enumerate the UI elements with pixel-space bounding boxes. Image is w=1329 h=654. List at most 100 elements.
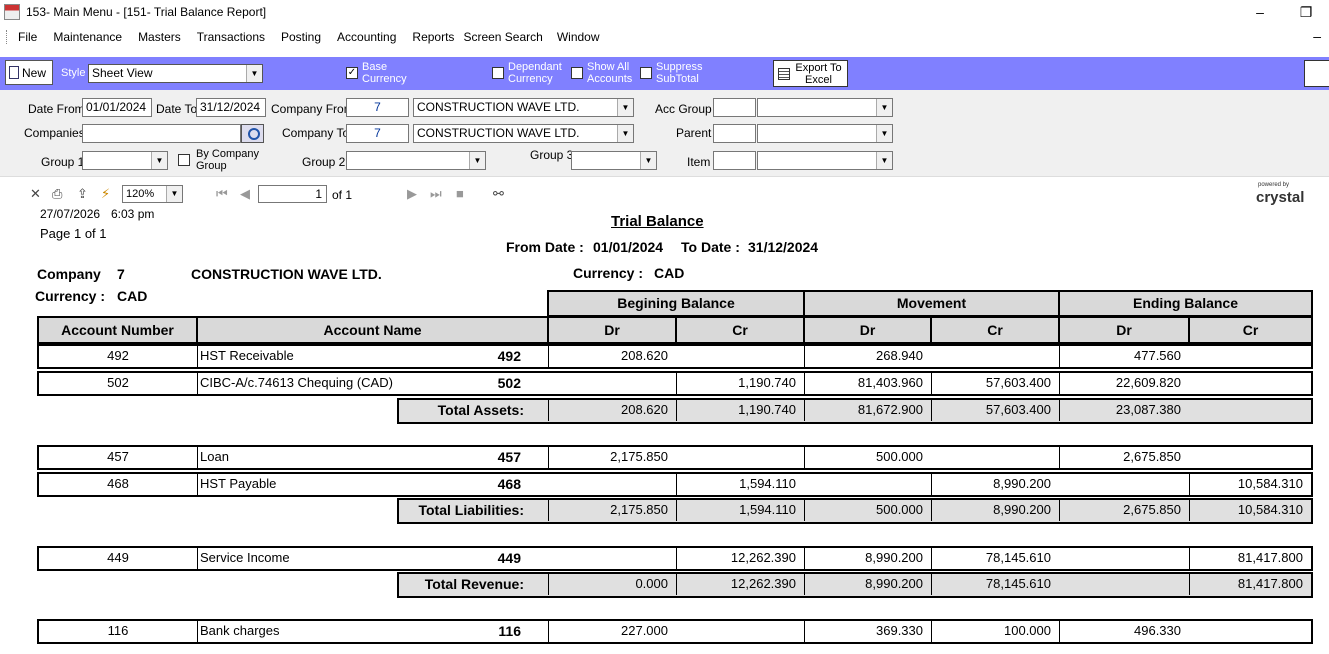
dependant-currency-checkbox[interactable] [492, 67, 504, 79]
chevron-down-icon: ▼ [166, 186, 182, 202]
chevron-down-icon: ▼ [876, 125, 892, 142]
title-bar: 153- Main Menu - [151- Trial Balance Rep… [0, 0, 1329, 24]
menu-grip [6, 30, 10, 44]
base-currency-checkbox[interactable]: ✓ [346, 67, 358, 79]
begin-dr-cell: 227.000 [548, 620, 676, 642]
movement-cr-cell: 78,145.610 [931, 573, 1059, 595]
item-label: Item [687, 155, 711, 169]
company-to-name: CONSTRUCTION WAVE LTD. [417, 126, 580, 140]
company-from-select[interactable]: CONSTRUCTION WAVE LTD. ▼ [413, 98, 634, 117]
stop-icon[interactable]: ■ [456, 186, 464, 201]
refresh-lightning-icon[interactable]: ⚡ [101, 186, 110, 202]
new-button[interactable]: New [5, 60, 53, 85]
group2-select[interactable]: ▼ [346, 151, 486, 170]
date-to-input[interactable]: 31/12/2024 [196, 98, 266, 117]
report-viewer-toolbar: ✕ ⎙ ⇪ ⚡ 120% ▼ ⏮ ◀ 1 of 1 ▶ ⏭ ■ ⚯ powere… [0, 176, 1329, 206]
begining-balance-header: Begining Balance [547, 290, 805, 317]
company-to-label: Company To [282, 126, 350, 140]
print-icon[interactable]: ⎙ [52, 186, 62, 202]
companies-input[interactable] [82, 124, 241, 143]
export-icon[interactable]: ⇪ [77, 186, 88, 202]
next-page-icon[interactable]: ▶ [407, 186, 417, 202]
menu-accounting[interactable]: Accounting [337, 30, 396, 44]
movement-dr-cell: 500.000 [804, 499, 931, 521]
export-label-2: Excel [805, 73, 832, 86]
ending-cr-cell: 81,417.800 [1189, 547, 1311, 569]
suppress-subtotal-option[interactable]: Suppress SubTotal [640, 61, 712, 85]
parent-code-input[interactable] [713, 124, 756, 143]
previous-page-icon[interactable]: ◀ [240, 186, 250, 202]
item-select[interactable]: ▼ [757, 151, 893, 170]
base-currency-option[interactable]: ✓ Base Currency [346, 61, 418, 85]
print-view-button[interactable] [1304, 60, 1329, 87]
acc-group-code-input[interactable] [713, 98, 756, 117]
menu-masters[interactable]: Masters [138, 30, 181, 44]
parent-select[interactable]: ▼ [757, 124, 893, 143]
show-all-accounts-checkbox[interactable] [571, 67, 583, 79]
movement-dr-header: Dr [803, 316, 932, 344]
movement-dr-cell: 268.940 [804, 345, 931, 367]
ending-dr-cell: 23,087.380 [1059, 399, 1189, 421]
account-code-cell: 468 [497, 476, 521, 492]
show-all-accounts-label-1: Show All [587, 61, 630, 73]
base-currency-label-2: Currency [362, 73, 407, 85]
mdi-minimize-button[interactable]: – [1313, 28, 1321, 44]
show-all-accounts-option[interactable]: Show All Accounts [571, 61, 635, 85]
minimize-button[interactable]: – [1237, 0, 1283, 24]
chevron-down-icon: ▼ [617, 125, 633, 142]
acc-group-select[interactable]: ▼ [757, 98, 893, 117]
account-number-cell: 468 [107, 476, 129, 491]
account-name-cell: Service Income [197, 547, 444, 569]
export-excel-button[interactable]: Export To Excel [773, 60, 848, 87]
last-page-icon[interactable]: ⏭ [430, 186, 442, 202]
item-code-input[interactable] [713, 151, 756, 170]
menu-file[interactable]: File [18, 30, 37, 44]
page-count-label: of 1 [332, 188, 353, 202]
begin-cr-cell: 1,190.740 [676, 399, 804, 421]
account-number-cell: 502 [107, 375, 129, 390]
account-name-cell: Loan [197, 446, 444, 468]
group1-select[interactable]: ▼ [82, 151, 168, 170]
company-to-code-input[interactable]: 7 [346, 124, 409, 143]
new-document-icon [9, 66, 19, 79]
account-name-cell: HST Payable [197, 473, 444, 495]
report-page: 27/07/2026 6:03 pm Page 1 of 1 Trial Bal… [0, 206, 1329, 654]
account-number-cell: 116 [107, 623, 129, 638]
zoom-select[interactable]: 120% ▼ [122, 185, 183, 203]
begin-cr-cell: 1,594.110 [676, 473, 804, 495]
account-number-cell: 492 [107, 348, 129, 363]
company-from-code-input[interactable]: 7 [346, 98, 409, 117]
suppress-subtotal-label-2: SubTotal [656, 73, 699, 85]
first-page-icon[interactable]: ⏮ [216, 186, 228, 202]
ending-cr-cell: 10,584.310 [1189, 499, 1311, 521]
suppress-subtotal-label-1: Suppress [656, 61, 703, 73]
menu-screen-search[interactable]: Screen Search [463, 30, 542, 44]
menu-transactions[interactable]: Transactions [197, 30, 265, 44]
dependant-currency-option[interactable]: Dependant Currency [492, 61, 568, 85]
menu-maintenance[interactable]: Maintenance [53, 30, 122, 44]
search-icon[interactable] [241, 124, 264, 143]
ending-cr-cell: 10,584.310 [1189, 473, 1311, 495]
style-select[interactable]: Sheet View ▼ [88, 64, 263, 83]
movement-header: Movement [803, 290, 1060, 317]
restore-button[interactable]: ❐ [1283, 0, 1329, 24]
movement-dr-cell: 8,990.200 [804, 573, 931, 595]
date-from-input[interactable]: 01/01/2024 [82, 98, 152, 117]
group3-select[interactable]: ▼ [571, 151, 657, 170]
menu-reports[interactable]: Reports [412, 30, 454, 44]
account-number-cell: 449 [107, 550, 129, 565]
movement-cr-cell: 8,990.200 [931, 473, 1059, 495]
page-number-input[interactable]: 1 [258, 185, 327, 203]
ending-dr-cell: 496.330 [1059, 620, 1189, 642]
suppress-subtotal-checkbox[interactable] [640, 67, 652, 79]
menu-posting[interactable]: Posting [281, 30, 321, 44]
menu-window[interactable]: Window [557, 30, 600, 44]
company-to-select[interactable]: CONSTRUCTION WAVE LTD. ▼ [413, 124, 634, 143]
chevron-down-icon: ▼ [246, 65, 262, 82]
close-icon[interactable]: ✕ [30, 186, 41, 202]
by-company-group-checkbox[interactable] [178, 154, 190, 166]
page-info: Page 1 of 1 [40, 226, 107, 241]
total-label-cell: Total Assets: [437, 402, 524, 418]
chevron-down-icon: ▼ [617, 99, 633, 116]
binoculars-search-icon[interactable]: ⚯ [493, 186, 504, 202]
